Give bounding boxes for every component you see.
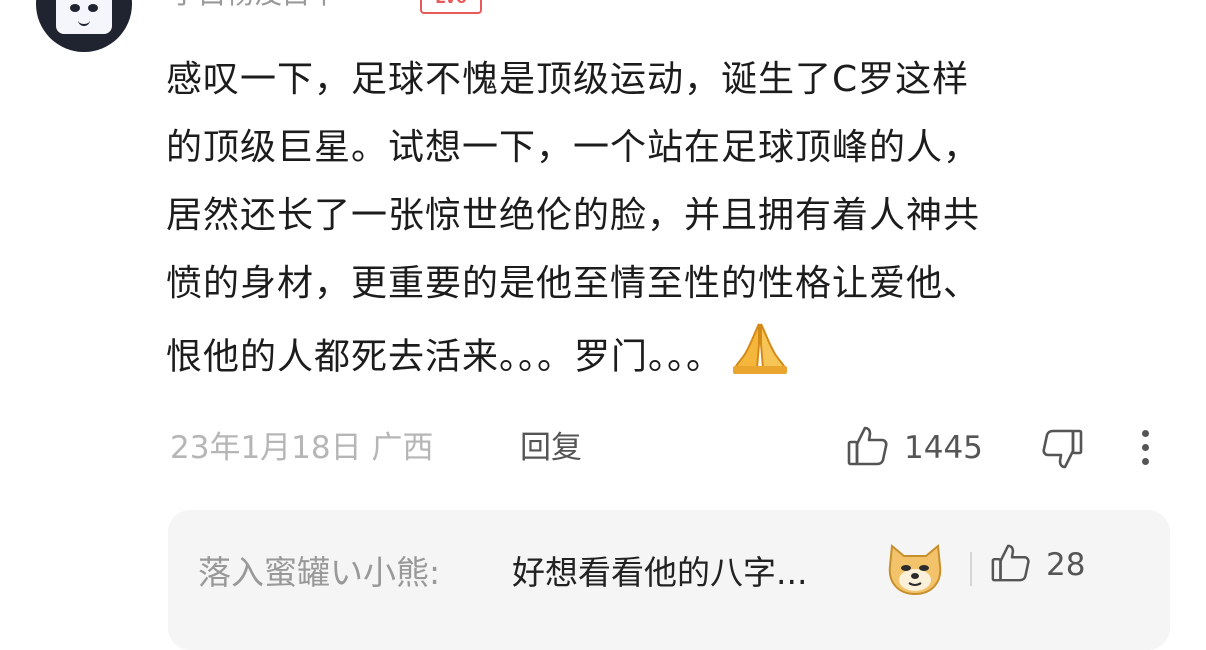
more-dot	[1142, 458, 1149, 465]
username[interactable]: 小白杨没白羊	[170, 0, 338, 12]
reply-like-count: 28	[1046, 547, 1086, 583]
avatar-mouth	[78, 18, 90, 26]
comment-date: 23年1月18日	[170, 430, 362, 466]
avatar[interactable]	[36, 0, 132, 52]
avatar-face	[56, 0, 112, 34]
thumbs-down-icon	[1040, 429, 1084, 475]
more-dot	[1142, 444, 1149, 451]
thumbs-up-icon	[990, 542, 1032, 588]
reply-preview[interactable]: 落入蜜罐い小熊: 好想看看他的八字... 28	[168, 510, 1170, 650]
comment-line-last: 恨他的人都死去活来。。。罗门。。。	[166, 318, 1156, 386]
comment-line: 的顶级巨星。试想一下，一个站在足球顶峰的人，	[166, 127, 981, 168]
dislike-button[interactable]	[1040, 427, 1084, 475]
reply-text: 好想看看他的八字...	[512, 553, 808, 592]
comment-location: 广西	[371, 430, 434, 466]
reply-like-button[interactable]: 28	[990, 542, 1085, 588]
reply-username[interactable]: 落入蜜罐い小熊:	[198, 546, 440, 594]
avatar-eye	[88, 4, 98, 12]
level-badge: Lv6	[420, 0, 482, 14]
praying-hands-icon	[731, 318, 789, 399]
comment-line: 居然还长了一张惊世绝伦的脸，并且拥有着人神共	[166, 195, 981, 236]
comment-line: 愤的身材，更重要的是他至情至性的性格让爱他、	[166, 263, 981, 304]
like-count: 1445	[904, 430, 983, 466]
doge-icon	[884, 536, 946, 602]
comment-line: 感叹一下，足球不愧是顶级运动，诞生了C罗这样	[166, 59, 970, 100]
reply-button[interactable]: 回复	[520, 426, 582, 470]
thumbs-up-icon	[846, 424, 890, 472]
more-dot	[1142, 430, 1149, 437]
divider	[970, 552, 972, 586]
like-button[interactable]: 1445	[846, 424, 983, 472]
comment-date-location: 23年1月18日 广西	[170, 426, 433, 470]
more-options-icon[interactable]	[1136, 430, 1156, 466]
comment-line-text: 恨他的人都死去活来。。。罗门。。。	[166, 336, 724, 378]
avatar-eye	[70, 4, 80, 12]
comment-body: 感叹一下，足球不愧是顶级运动，诞生了C罗这样 的顶级巨星。试想一下，一个站在足球…	[166, 46, 1156, 386]
